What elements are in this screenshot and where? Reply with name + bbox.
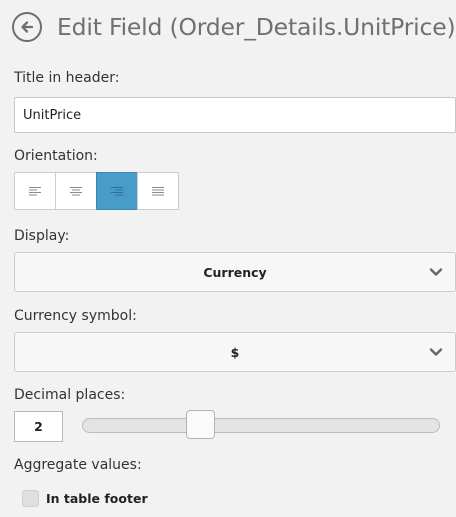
align-left-button[interactable] bbox=[14, 172, 56, 210]
chevron-down-icon bbox=[429, 348, 443, 356]
back-button[interactable] bbox=[12, 12, 42, 42]
orientation-button-group bbox=[14, 172, 179, 210]
back-arrow-circle-icon bbox=[21, 21, 34, 33]
currency-symbol-select[interactable]: $ bbox=[14, 332, 456, 372]
align-center-button[interactable] bbox=[55, 172, 97, 210]
align-left-icon bbox=[29, 187, 41, 196]
align-right-button[interactable] bbox=[96, 172, 138, 210]
align-right-icon bbox=[111, 187, 123, 196]
currency-symbol-select-value: $ bbox=[230, 344, 240, 360]
title-in-header-input[interactable] bbox=[14, 97, 456, 133]
align-center-icon bbox=[70, 187, 82, 196]
align-justify-icon bbox=[152, 187, 164, 196]
display-label: Display: bbox=[14, 228, 70, 244]
page-header: Edit Field (Order_Details.UnitPrice) bbox=[12, 12, 456, 42]
in-table-footer-checkbox[interactable] bbox=[22, 490, 39, 507]
currency-symbol-label: Currency symbol: bbox=[14, 308, 137, 324]
decimal-places-label: Decimal places: bbox=[14, 387, 126, 403]
display-select-value: Currency bbox=[203, 264, 267, 280]
in-table-footer-option[interactable]: In table footer bbox=[22, 490, 148, 507]
chevron-down-icon bbox=[429, 268, 443, 276]
align-justify-button[interactable] bbox=[137, 172, 179, 210]
decimal-places-value[interactable]: 2 bbox=[14, 411, 63, 442]
decimal-places-slider-track[interactable] bbox=[82, 418, 440, 433]
decimal-places-slider-thumb[interactable] bbox=[186, 410, 215, 439]
page-title: Edit Field (Order_Details.UnitPrice) bbox=[57, 13, 456, 41]
orientation-label: Orientation: bbox=[14, 148, 98, 164]
in-table-footer-label: In table footer bbox=[46, 491, 148, 506]
title-in-header-label: Title in header: bbox=[14, 70, 120, 86]
aggregate-values-label: Aggregate values: bbox=[14, 457, 142, 473]
display-select[interactable]: Currency bbox=[14, 252, 456, 292]
